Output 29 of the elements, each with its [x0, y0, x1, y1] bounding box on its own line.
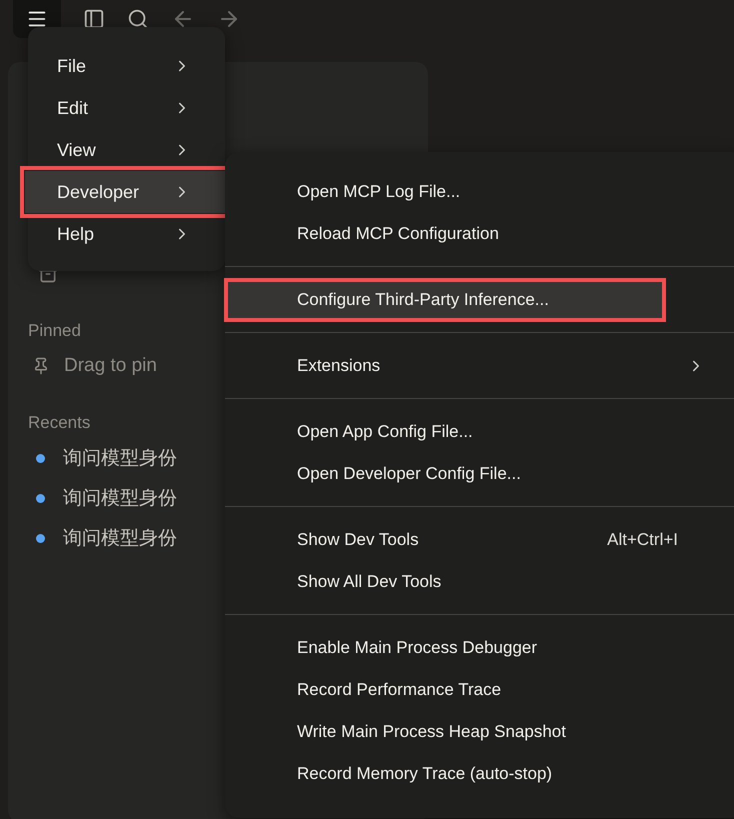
submenu-item[interactable]: Reload MCP Configuration: [225, 213, 734, 255]
drag-hint: Drag to pin: [64, 355, 157, 377]
menu-item[interactable]: File: [28, 45, 225, 87]
section-heading: Recents: [28, 412, 90, 434]
submenu-item[interactable]: Enable Main Process Debugger: [225, 627, 734, 669]
pin-icon: [32, 357, 50, 375]
sidebar-toggle-icon[interactable]: [83, 8, 105, 30]
submenu-item[interactable]: Extensions: [225, 345, 734, 387]
status-dot: [36, 534, 45, 542]
menu-item[interactable]: Developer: [25, 171, 225, 213]
recent-chat[interactable]: 询问模型身份: [63, 445, 177, 471]
submenu-item[interactable]: Open MCP Log File...: [225, 171, 734, 213]
submenu-item[interactable]: Record Memory Trace (auto-stop): [225, 753, 734, 795]
section-heading: Pinned: [28, 320, 81, 342]
recent-chat[interactable]: 询问模型身份: [63, 525, 177, 551]
submenu-item[interactable]: Configure Third-Party Inference...: [225, 279, 665, 321]
submenu-item[interactable]: Open App Config File...: [225, 411, 734, 453]
submenu-item[interactable]: Open Developer Config File...: [225, 453, 734, 495]
search-icon[interactable]: [127, 8, 149, 30]
submenu-item[interactable]: Write Main Process Heap Snapshot: [225, 711, 734, 753]
status-dot: [36, 494, 45, 502]
status-dot: [36, 454, 45, 462]
submenu-item[interactable]: Show Dev Tools Alt+Ctrl+I: [225, 519, 734, 561]
menu-item[interactable]: Edit: [28, 87, 225, 129]
submenu-item[interactable]: Record Performance Trace: [225, 669, 734, 711]
submenu-item[interactable]: Show All Dev Tools: [225, 561, 734, 603]
recent-chat[interactable]: 询问模型身份: [63, 485, 177, 511]
menu-item[interactable]: Help: [28, 213, 225, 255]
menu-item[interactable]: View: [28, 129, 225, 171]
